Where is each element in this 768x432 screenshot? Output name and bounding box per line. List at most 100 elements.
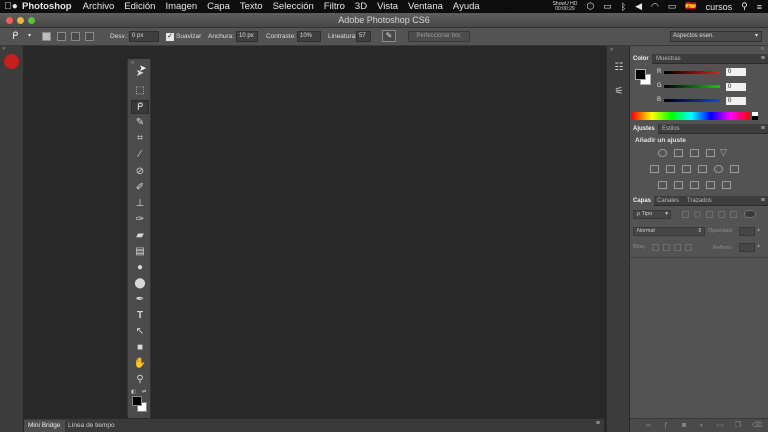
tab-styles[interactable]: Estilos bbox=[659, 124, 683, 134]
pen-pressure-icon[interactable]: ✎ bbox=[382, 30, 396, 42]
type-tool-icon[interactable]: T bbox=[131, 309, 149, 323]
app-menu[interactable]: Photoshop bbox=[22, 1, 72, 12]
levels-icon[interactable] bbox=[674, 149, 683, 157]
menu-3d[interactable]: 3D bbox=[355, 1, 367, 12]
blend-mode-select[interactable]: Normal ⇕ bbox=[633, 227, 705, 236]
adjustments-panel-menu-icon[interactable]: ≡ bbox=[761, 124, 765, 134]
tool-preset-dropdown-icon[interactable]: ▾ bbox=[28, 31, 31, 42]
foreground-color-swatch[interactable] bbox=[132, 396, 142, 406]
green-slider[interactable] bbox=[664, 85, 720, 88]
channel-mixer-icon[interactable] bbox=[714, 165, 723, 173]
subtract-from-selection-icon[interactable] bbox=[71, 32, 80, 41]
blue-slider[interactable] bbox=[664, 99, 720, 102]
lock-transparent-icon[interactable] bbox=[652, 244, 659, 251]
selective-color-icon[interactable] bbox=[722, 181, 731, 189]
collapse-gutter-icon[interactable]: » bbox=[2, 46, 5, 52]
user-menu[interactable]: cursos bbox=[706, 2, 733, 12]
menu-ventana[interactable]: Ventana bbox=[408, 1, 443, 12]
pen-tool-icon[interactable]: ✒ bbox=[131, 293, 149, 307]
menu-capa[interactable]: Capa bbox=[207, 1, 230, 12]
menu-archivo[interactable]: Archivo bbox=[83, 1, 115, 12]
filter-pixel-icon[interactable] bbox=[682, 211, 689, 218]
tab-swatches[interactable]: Muestras bbox=[653, 54, 684, 64]
blue-value-input[interactable]: 0 bbox=[726, 97, 746, 105]
threshold-icon[interactable] bbox=[690, 181, 699, 189]
frequency-input[interactable]: 57 bbox=[356, 31, 371, 42]
battery-icon[interactable]: ▭ bbox=[668, 1, 677, 12]
tab-layers[interactable]: Capas bbox=[630, 196, 655, 206]
new-selection-icon[interactable] bbox=[42, 32, 51, 41]
dock-collapse-icon[interactable]: « bbox=[610, 47, 613, 53]
menu-vista[interactable]: Vista bbox=[377, 1, 398, 12]
workspace-select[interactable]: Aspectos esen. ▾ bbox=[670, 31, 762, 42]
panels-expand-icon[interactable]: » bbox=[761, 46, 764, 52]
fill-dropdown-icon[interactable]: ▾ bbox=[757, 243, 760, 250]
width-input[interactable]: 10 px bbox=[236, 31, 258, 42]
notification-center-icon[interactable]: ≡ bbox=[757, 2, 762, 12]
layers-panel-menu-icon[interactable]: ≡ bbox=[761, 196, 765, 206]
crop-tool-icon[interactable]: ⌗ bbox=[131, 132, 149, 146]
menu-filtro[interactable]: Filtro bbox=[324, 1, 345, 12]
gradient-map-icon[interactable] bbox=[706, 181, 715, 189]
layer-style-icon[interactable]: ƒ bbox=[662, 422, 670, 429]
hand-tool-icon[interactable]: ✋ bbox=[131, 357, 149, 371]
photo-filter-icon[interactable] bbox=[698, 165, 707, 173]
intersect-selection-icon[interactable] bbox=[85, 32, 94, 41]
minimize-window-button[interactable] bbox=[17, 17, 24, 24]
antialias-checkbox[interactable]: ✓ bbox=[166, 33, 174, 41]
color-foreground-swatch[interactable] bbox=[635, 69, 646, 80]
menu-edicion[interactable]: Edición bbox=[124, 1, 155, 12]
refine-edge-button[interactable]: Perfeccionar bor. bbox=[408, 31, 470, 42]
opacity-input[interactable] bbox=[739, 227, 755, 236]
vibrance-icon[interactable]: ▽ bbox=[720, 147, 727, 158]
new-group-icon[interactable]: ▭ bbox=[716, 422, 724, 429]
contrast-input[interactable]: 10% bbox=[297, 31, 321, 42]
red-slider[interactable] bbox=[664, 71, 720, 74]
filter-type-icon[interactable] bbox=[706, 211, 713, 218]
layers-list[interactable] bbox=[630, 257, 768, 420]
green-value-input[interactable]: 0 bbox=[726, 83, 746, 91]
layer-kind-filter[interactable]: ρ Tipo ▾ bbox=[633, 210, 671, 219]
spectrum-black-swatch[interactable] bbox=[752, 116, 758, 120]
menu-seleccion[interactable]: Selección bbox=[273, 1, 314, 12]
hue-saturation-icon[interactable] bbox=[650, 165, 659, 173]
lock-position-icon[interactable] bbox=[674, 244, 681, 251]
shape-tool-icon[interactable]: ■ bbox=[131, 341, 149, 355]
history-panel-icon[interactable]: ☷ bbox=[610, 62, 628, 73]
tools-collapse-icon[interactable]: » bbox=[131, 60, 134, 66]
gradient-tool-icon[interactable]: ▤ bbox=[131, 245, 149, 259]
invert-icon[interactable] bbox=[658, 181, 667, 189]
color-panel-menu-icon[interactable]: ≡ bbox=[761, 54, 765, 64]
fill-input[interactable] bbox=[739, 243, 755, 252]
filter-toggle[interactable] bbox=[744, 210, 756, 218]
opacity-dropdown-icon[interactable]: ▾ bbox=[757, 227, 760, 234]
history-brush-tool-icon[interactable]: ✑ bbox=[131, 213, 149, 227]
eyedropper-tool-icon[interactable]: ⁄ bbox=[131, 148, 149, 162]
menu-imagen[interactable]: Imagen bbox=[165, 1, 197, 12]
quick-select-tool-icon[interactable]: ✎ bbox=[131, 116, 149, 130]
flag-icon[interactable]: 🇪🇸 bbox=[685, 1, 696, 12]
add-mask-icon[interactable]: ◙ bbox=[680, 422, 688, 429]
healing-brush-tool-icon[interactable]: ⊘ bbox=[131, 165, 149, 179]
airplay-icon[interactable]: ▭ bbox=[603, 1, 612, 12]
tab-mini-bridge[interactable]: Mini Bridge bbox=[24, 420, 65, 432]
swap-colors-icon[interactable]: ⇄ bbox=[142, 389, 146, 395]
volume-icon[interactable]: ◀ bbox=[635, 1, 642, 12]
eraser-tool-icon[interactable]: ▰ bbox=[131, 229, 149, 243]
posterize-icon[interactable] bbox=[674, 181, 683, 189]
feather-input[interactable]: 0 px bbox=[129, 31, 159, 42]
blur-tool-icon[interactable]: ● bbox=[131, 261, 149, 275]
tab-channels[interactable]: Canales bbox=[654, 196, 682, 206]
document-canvas-area[interactable] bbox=[24, 46, 604, 418]
clone-stamp-tool-icon[interactable]: ⊥ bbox=[131, 197, 149, 211]
menu-texto[interactable]: Texto bbox=[240, 1, 263, 12]
exposure-icon[interactable] bbox=[706, 149, 715, 157]
marquee-tool-icon[interactable]: ⬚ bbox=[131, 84, 149, 98]
new-layer-icon[interactable]: ❐ bbox=[734, 422, 742, 429]
color-lookup-icon[interactable] bbox=[730, 165, 739, 173]
lasso-tool-icon[interactable]: ᑭ bbox=[131, 100, 149, 114]
path-selection-tool-icon[interactable]: ↖ bbox=[131, 325, 149, 339]
tab-adjustments[interactable]: Ajustes bbox=[630, 124, 658, 134]
new-adjustment-layer-icon[interactable]: ◐ bbox=[698, 422, 706, 429]
zoom-tool-icon[interactable]: ⚲ bbox=[131, 373, 149, 387]
